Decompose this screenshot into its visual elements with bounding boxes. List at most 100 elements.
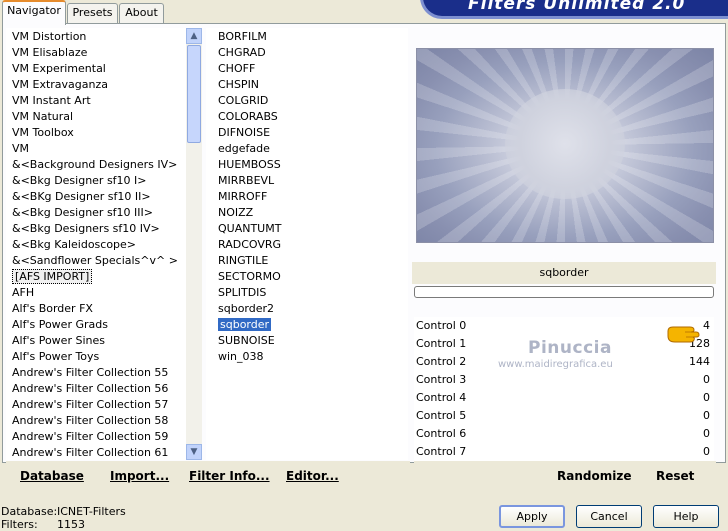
randomize-button[interactable]: Randomize — [557, 469, 631, 483]
control-value[interactable]: 0 — [703, 443, 710, 461]
control-label: Control 0 — [416, 319, 467, 332]
category-item-label: VM Toolbox — [12, 126, 74, 139]
category-item[interactable]: VM — [12, 141, 29, 157]
filter-item[interactable]: HUEMBOSS — [218, 157, 281, 173]
filter-item[interactable]: DIFNOISE — [218, 125, 270, 141]
category-item[interactable]: AFH — [12, 285, 34, 301]
filter-item-label: BORFILM — [218, 30, 267, 43]
tab-navigator[interactable]: Navigator — [2, 0, 66, 25]
apply-button[interactable]: Apply — [499, 505, 565, 528]
category-item[interactable]: [AFS IMPORT] — [12, 269, 93, 285]
filter-item-label: HUEMBOSS — [218, 158, 281, 171]
reset-button[interactable]: Reset — [656, 469, 694, 483]
filter-item[interactable]: SPLITDIS — [218, 285, 266, 301]
import-button[interactable]: Import... — [110, 469, 169, 483]
filter-item[interactable]: win_038 — [218, 349, 264, 365]
filter-item-label: SUBNOISE — [218, 334, 275, 347]
category-item[interactable]: &<Bkg Designer sf10 I> — [12, 173, 147, 189]
category-item[interactable]: Alf's Border FX — [12, 301, 93, 317]
category-item-label: &<BKg Designer sf10 II> — [12, 190, 151, 203]
filter-item[interactable]: BORFILM — [218, 29, 267, 45]
category-scrollbar[interactable]: ▲ ▼ — [186, 28, 202, 460]
cancel-button[interactable]: Cancel — [576, 505, 642, 528]
category-item[interactable]: VM Natural — [12, 109, 73, 125]
scroll-up-icon[interactable]: ▲ — [186, 28, 202, 44]
category-item-label: VM Instant Art — [12, 94, 91, 107]
category-item[interactable]: &<Bkg Designer sf10 III> — [12, 205, 153, 221]
category-item-label: [AFS IMPORT] — [12, 269, 93, 284]
control-label: Control 5 — [416, 409, 467, 422]
scroll-down-icon[interactable]: ▼ — [186, 444, 202, 460]
database-button[interactable]: Database — [20, 469, 84, 483]
filter-item[interactable]: sqborder2 — [218, 301, 274, 317]
filter-item[interactable]: SECTORMO — [218, 269, 281, 285]
category-item[interactable]: Alf's Power Grads — [12, 317, 108, 333]
category-item[interactable]: Andrew's Filter Collection 58 — [12, 413, 168, 429]
category-item[interactable]: &<Bkg Designers sf10 IV> — [12, 221, 160, 237]
filter-item[interactable]: CHSPIN — [218, 77, 259, 93]
category-item[interactable]: &<Bkg Kaleidoscope> — [12, 237, 136, 253]
filter-item-label: CHSPIN — [218, 78, 260, 91]
scroll-thumb[interactable] — [187, 45, 201, 143]
filter-item[interactable]: CHGRAD — [218, 45, 266, 61]
category-item[interactable]: Andrew's Filter Collection 57 — [12, 397, 168, 413]
filter-item[interactable]: COLORABS — [218, 109, 278, 125]
control-value[interactable]: 0 — [703, 407, 710, 425]
category-item[interactable]: VM Instant Art — [12, 93, 91, 109]
category-item[interactable]: Andrew's Filter Collection 56 — [12, 381, 168, 397]
control-value[interactable]: 144 — [689, 353, 710, 371]
filter-item-label: CHGRAD — [218, 46, 266, 59]
control-value[interactable]: 0 — [703, 389, 710, 407]
filter-info-button[interactable]: Filter Info... — [189, 469, 270, 483]
control-value[interactable]: 0 — [703, 425, 710, 443]
help-button[interactable]: Help — [653, 505, 719, 528]
filter-item[interactable]: COLGRID — [218, 93, 268, 109]
control-row[interactable]: Control 4 0 — [414, 389, 714, 408]
category-item[interactable]: Alf's Power Sines — [12, 333, 105, 349]
category-item[interactable]: &<Background Designers IV> — [12, 157, 177, 173]
category-item[interactable]: VM Elisablaze — [12, 45, 87, 61]
category-item-label: AFH — [12, 286, 35, 299]
filter-item[interactable]: SUBNOISE — [218, 333, 275, 349]
category-item-label: &<Sandflower Specials^v^ > — [12, 254, 178, 267]
category-item-label: &<Bkg Designers sf10 IV> — [12, 222, 160, 235]
control-row[interactable]: Control 3 0 — [414, 371, 714, 390]
filter-item[interactable]: RADCOVRG — [218, 237, 281, 253]
filter-item[interactable]: RINGTILE — [218, 253, 268, 269]
filter-item[interactable]: MIRRBEVL — [218, 173, 274, 189]
progress-bar — [414, 286, 714, 298]
category-item-label: Andrew's Filter Collection 56 — [12, 382, 169, 395]
category-item[interactable]: VM Extravaganza — [12, 77, 108, 93]
category-list[interactable]: VM Distortion VM Elisablaze VM Experimenta… — [6, 28, 186, 460]
category-item[interactable]: &<Sandflower Specials^v^ > — [12, 253, 178, 269]
filter-list[interactable]: BORFILM CHGRAD CHOFF CHSPIN COLGRID COLORABS D… — [206, 28, 408, 460]
filter-item[interactable]: sqborder — [218, 317, 272, 333]
filter-item-label: QUANTUMT — [218, 222, 282, 235]
tab-about[interactable]: About — [119, 3, 164, 23]
control-value[interactable]: 0 — [703, 371, 710, 389]
filter-item[interactable]: edgefade — [218, 141, 270, 157]
filter-item[interactable]: NOIZZ — [218, 205, 253, 221]
control-row[interactable]: Control 6 0 — [414, 425, 714, 444]
category-item[interactable]: VM Experimental — [12, 61, 106, 77]
filter-item[interactable]: CHOFF — [218, 61, 255, 77]
filter-item[interactable]: MIRROFF — [218, 189, 267, 205]
category-item[interactable]: Andrew's Filter Collection 55 — [12, 365, 168, 381]
control-row[interactable]: Control 7 0 — [414, 443, 714, 462]
category-item[interactable]: VM Toolbox — [12, 125, 74, 141]
filter-item-label: COLORABS — [218, 110, 278, 123]
filter-item[interactable]: QUANTUMT — [218, 221, 281, 237]
filter-item-label: SPLITDIS — [218, 286, 267, 299]
category-item[interactable]: Alf's Power Toys — [12, 349, 99, 365]
category-item[interactable]: Andrew's Filter Collection 59 — [12, 429, 168, 445]
category-item[interactable]: VM Distortion — [12, 29, 86, 45]
category-item[interactable]: Andrew's Filter Collection 61 — [12, 445, 168, 460]
category-item[interactable]: &<BKg Designer sf10 II> — [12, 189, 151, 205]
editor-button[interactable]: Editor... — [286, 469, 339, 483]
tab-presets[interactable]: Presets — [67, 3, 118, 23]
control-label: Control 6 — [416, 427, 467, 440]
control-row[interactable]: Control 5 0 — [414, 407, 714, 426]
category-item-label: Alf's Power Sines — [12, 334, 105, 347]
filter-item-label: MIRROFF — [218, 190, 268, 203]
control-label: Control 7 — [416, 445, 467, 458]
